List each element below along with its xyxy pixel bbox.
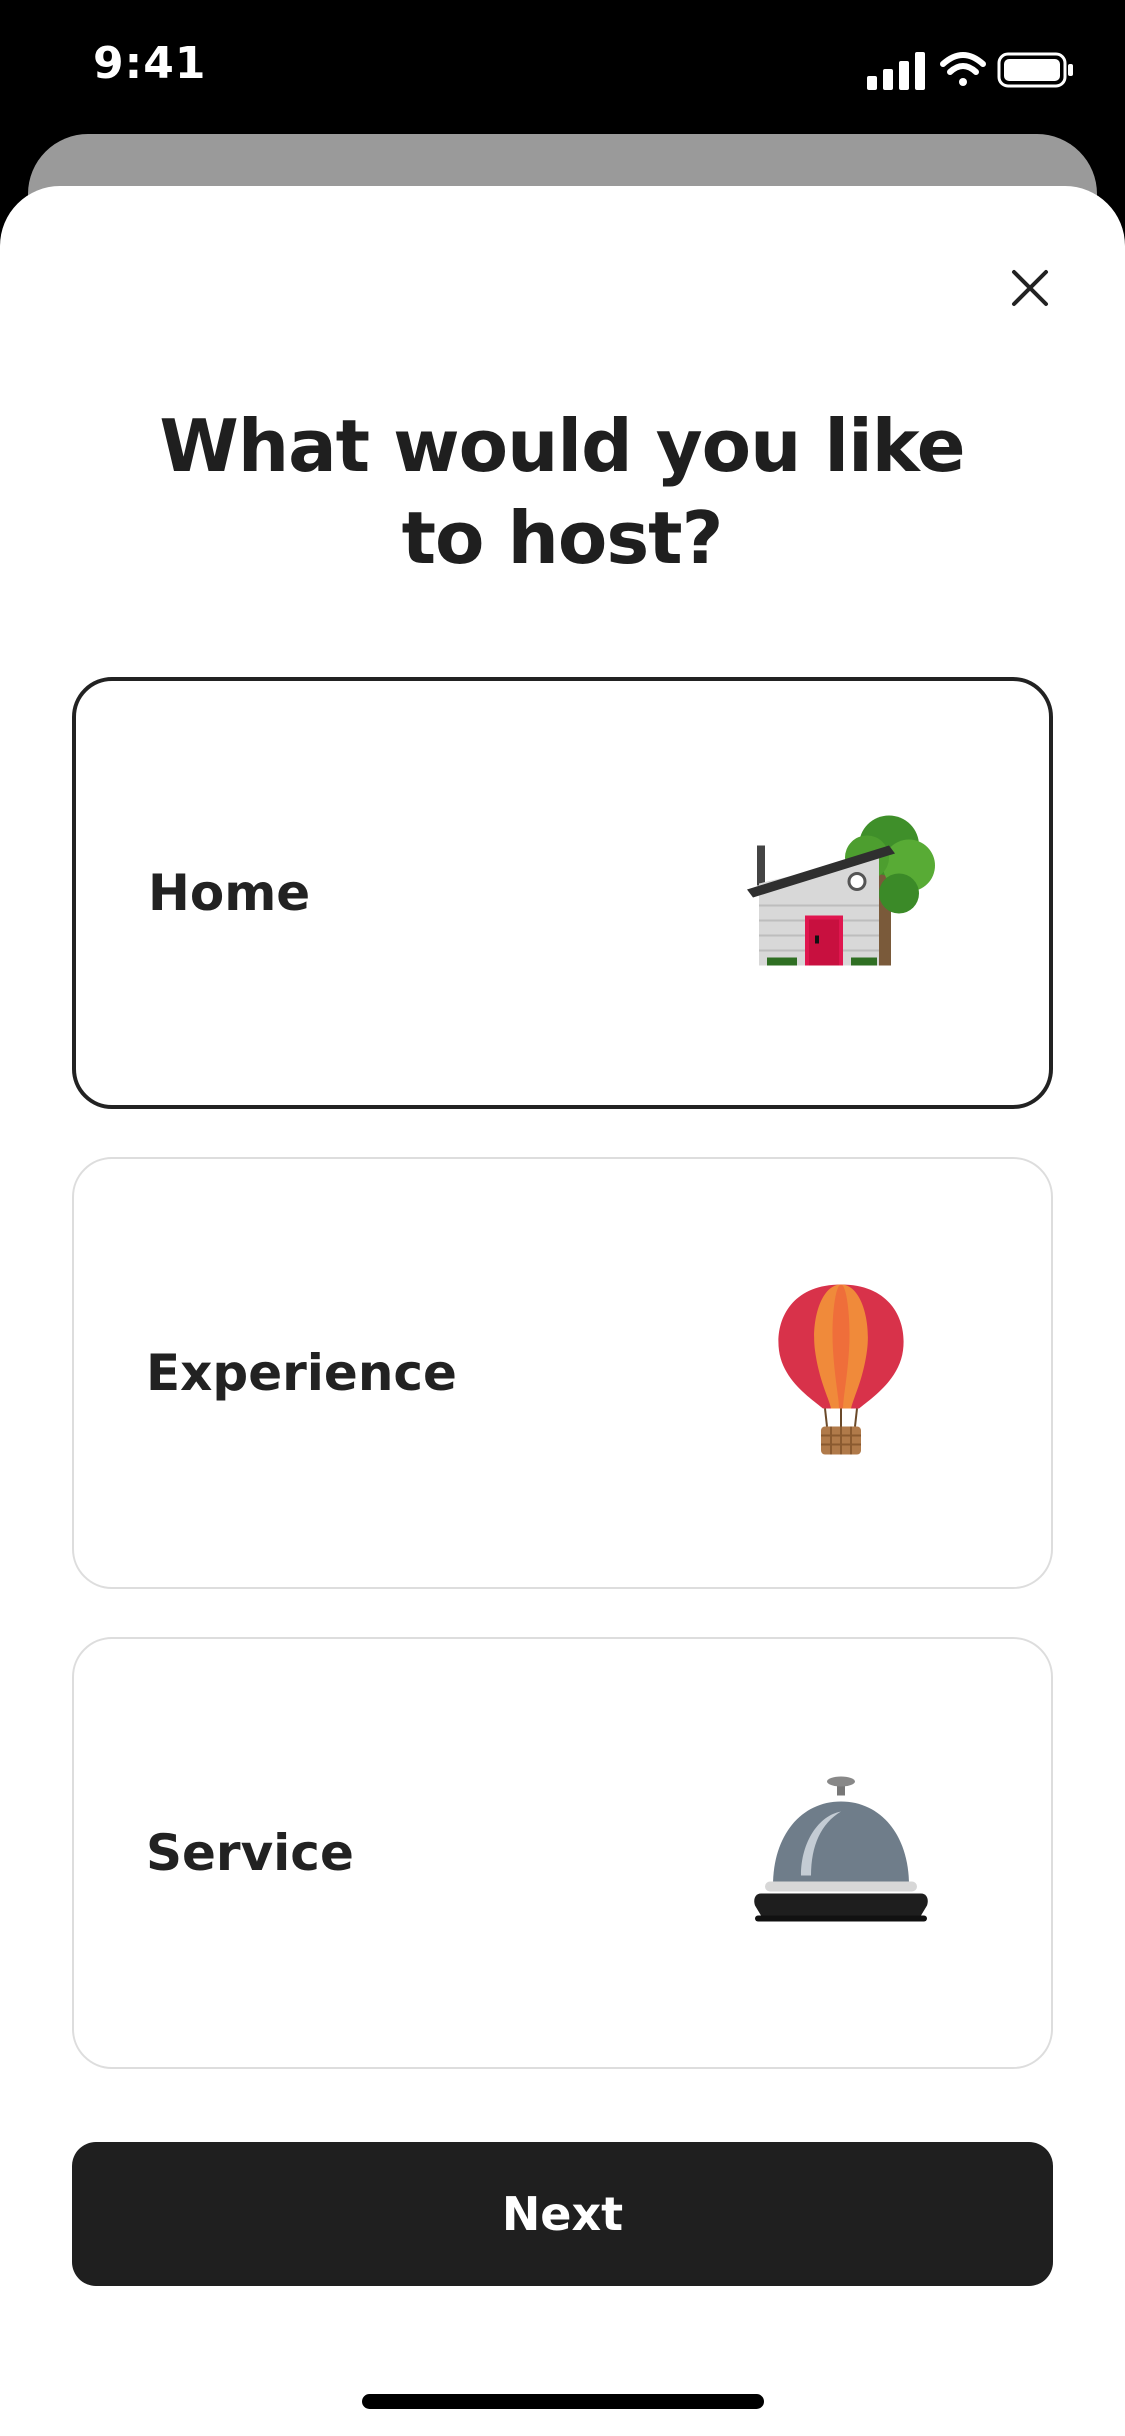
hot-air-balloon-icon: [771, 1281, 911, 1466]
option-home[interactable]: Home: [72, 677, 1053, 1109]
option-service[interactable]: Service: [72, 1637, 1053, 2069]
home-indicator: [362, 2394, 764, 2409]
status-bar: 9:41: [0, 0, 1125, 130]
status-time: 9:41: [93, 38, 207, 89]
battery-icon: [997, 52, 1073, 88]
option-label: Home: [148, 864, 311, 922]
service-bell-icon: [751, 1776, 931, 1931]
option-experience[interactable]: Experience: [72, 1157, 1053, 1589]
option-label: Service: [146, 1824, 354, 1882]
cellular-signal-icon: [867, 52, 925, 90]
next-button[interactable]: Next: [72, 2142, 1053, 2286]
close-button[interactable]: [1000, 258, 1060, 318]
page-title: What would you like to host?: [159, 404, 965, 580]
option-label: Experience: [146, 1344, 457, 1402]
house-icon: [739, 806, 939, 981]
wifi-icon: [940, 52, 986, 86]
close-icon: [1012, 270, 1048, 306]
status-icons: [831, 48, 1081, 92]
